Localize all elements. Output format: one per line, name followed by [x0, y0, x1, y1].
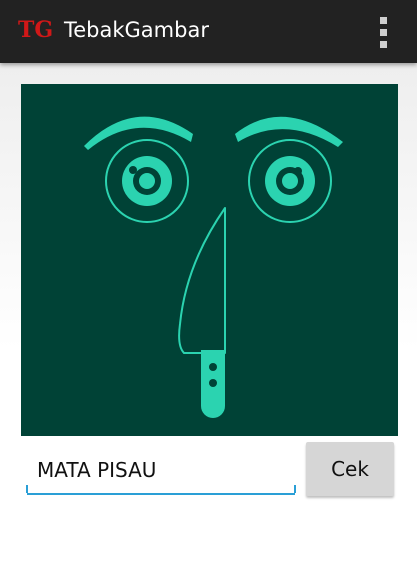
- app-bar: TG TebakGambar: [0, 0, 417, 63]
- answer-input[interactable]: [27, 447, 295, 493]
- right-eye-pupil: [282, 173, 298, 189]
- handle-rivet: [209, 379, 217, 387]
- app-title: TebakGambar: [64, 18, 209, 42]
- menu-dot: [379, 16, 387, 24]
- left-eye-pupil: [139, 173, 155, 189]
- left-eyebrow: [84, 116, 193, 150]
- check-button[interactable]: Cek: [306, 442, 394, 496]
- menu-dot: [379, 40, 387, 48]
- handle-rivet: [209, 363, 217, 371]
- right-eyebrow: [235, 116, 343, 147]
- puzzle-image: [21, 84, 398, 436]
- overflow-menu-icon[interactable]: [370, 14, 396, 50]
- face-eyes-knife-nose-icon: [84, 116, 343, 418]
- app-logo: TG: [18, 17, 54, 43]
- menu-dot: [379, 28, 387, 36]
- knife-blade: [178, 207, 226, 354]
- left-eye-highlight: [129, 166, 137, 174]
- answer-field[interactable]: [26, 447, 296, 495]
- right-eye-highlight: [294, 167, 302, 175]
